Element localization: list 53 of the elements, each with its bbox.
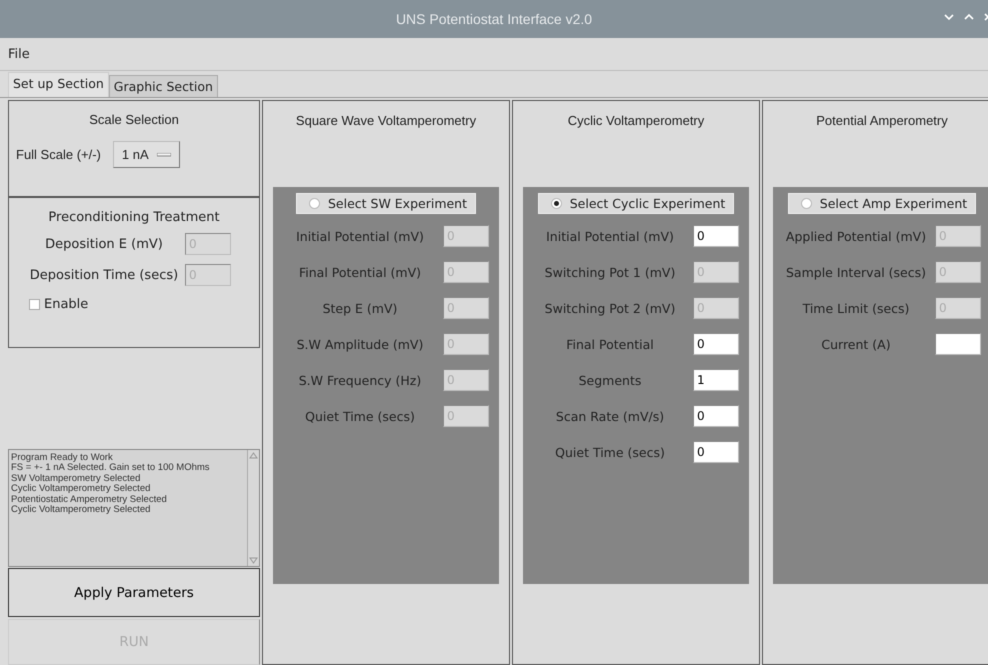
- section-title: Cyclic Voltamperometry: [566, 113, 706, 130]
- input-field[interactable]: 0: [693, 405, 739, 427]
- experiment-radio[interactable]: Select SW Experiment: [296, 193, 476, 214]
- input-field[interactable]: 0: [693, 225, 739, 247]
- panel-title: Preconditioning Treatment: [47, 210, 221, 225]
- field-label: Initial Potential (mV): [295, 228, 425, 244]
- field-label: Quiet Time (secs): [304, 408, 416, 424]
- field-label: S.W Amplitude (mV): [296, 336, 424, 352]
- field-label: Applied Potential (mV): [784, 228, 928, 244]
- scroll-down-icon[interactable]: [248, 555, 259, 566]
- log-line: SW Voltamperometry Selected: [11, 474, 142, 484]
- menu-item[interactable]: File: [8, 46, 30, 62]
- scrollbar[interactable]: [247, 450, 259, 566]
- field-label: Scan Rate (mV/s): [554, 408, 666, 424]
- field-label: Quiet Time (secs): [554, 444, 666, 460]
- field-label: Sample Interval (secs): [784, 264, 928, 280]
- scale-dropdown[interactable]: 1 nA: [112, 141, 180, 168]
- field-label: Deposition Time (secs): [28, 268, 180, 283]
- field-label: Segments: [578, 372, 642, 388]
- enable-checkbox[interactable]: Enable: [29, 296, 88, 312]
- window-title: UNS Potentiostat Interface v2.0: [396, 11, 592, 27]
- log-line: Program Ready to Work: [11, 452, 114, 463]
- log-line: Potentiostatic Amperometry Selected: [11, 494, 168, 505]
- field-label: Current (A): [820, 336, 892, 352]
- field-label: Switching Pot 2 (mV): [544, 300, 676, 316]
- input-field[interactable]: 0: [693, 333, 739, 355]
- panel-title: Scale Selection: [88, 112, 180, 127]
- field-label: Full Scale (+/-): [16, 147, 101, 162]
- field-label: Deposition E (mV): [44, 236, 164, 252]
- tab[interactable]: Graphic Section: [108, 75, 218, 97]
- field-label: S.W Frequency (Hz): [298, 372, 422, 388]
- scroll-up-icon[interactable]: [248, 450, 259, 461]
- field-label: Final Potential: [565, 336, 655, 352]
- input-field[interactable]: 0: [693, 441, 739, 463]
- section-title: Potential Amperometry: [815, 113, 949, 130]
- experiment-radio[interactable]: Select Amp Experiment: [788, 193, 976, 214]
- minimize-icon[interactable]: [944, 13, 954, 21]
- section-title: Square Wave Voltamperometry: [294, 113, 478, 130]
- log-line: Cyclic Voltamperometry Selected: [11, 484, 152, 495]
- log-line: FS = +- 1 nA Selected. Gain set to 100 MOhms: [11, 463, 211, 474]
- field-label: Step E (mV): [322, 300, 398, 316]
- dropdown-indicator-icon: [156, 152, 171, 156]
- log-line: Cyclic Voltamperometry Selected: [11, 505, 152, 516]
- tab[interactable]: Set up Section: [8, 72, 109, 97]
- input-field[interactable]: 1: [693, 369, 739, 391]
- field-label: Initial Potential (mV): [545, 228, 675, 244]
- experiment-radio[interactable]: Select Cyclic Experiment: [538, 193, 734, 214]
- field-label: Final Potential (mV): [298, 264, 422, 280]
- field-label: Switching Pot 1 (mV): [544, 264, 676, 280]
- action-button[interactable]: Apply Parameters: [8, 568, 260, 618]
- maximize-icon[interactable]: [964, 13, 974, 21]
- field-label: Time Limit (secs): [802, 300, 910, 316]
- input-field[interactable]: [935, 333, 981, 355]
